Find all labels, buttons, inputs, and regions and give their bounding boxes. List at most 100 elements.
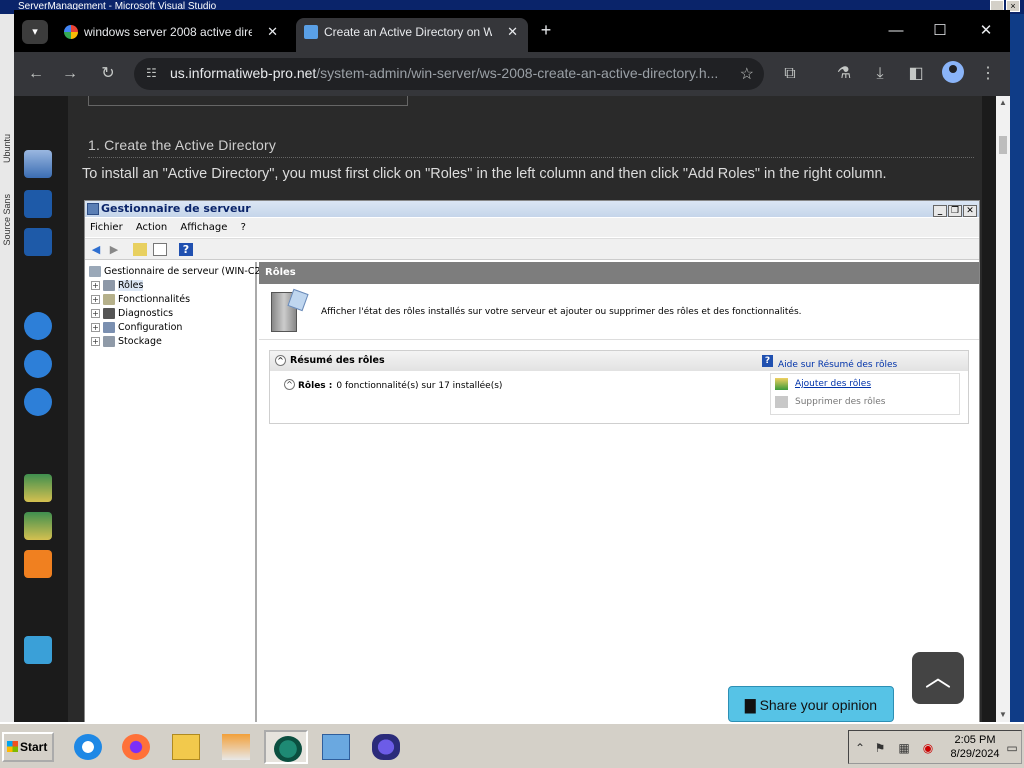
tab-google-search[interactable]: windows server 2008 active direct ✕ bbox=[56, 18, 288, 52]
sm-close-icon: ✕ bbox=[963, 205, 977, 217]
visual-studio-icon[interactable] bbox=[364, 730, 408, 764]
address-bar[interactable]: ☷ us.informatiweb-pro.net/system-admin/w… bbox=[134, 58, 764, 90]
extensions-icon[interactable]: ⧉ bbox=[778, 62, 802, 86]
section-divider bbox=[88, 157, 974, 158]
media-player-icon[interactable] bbox=[214, 730, 258, 764]
internet-explorer-icon[interactable] bbox=[66, 730, 110, 764]
database-icon[interactable] bbox=[24, 636, 52, 664]
python-icon[interactable] bbox=[24, 474, 52, 502]
minimize-window-button[interactable]: — bbox=[876, 16, 916, 46]
summary-help-link: ? Aide sur Résumé des rôles bbox=[762, 355, 898, 375]
remove-roles-link: Supprimer des rôles bbox=[795, 397, 886, 407]
clock[interactable]: 2:05 PM 8/29/2024 bbox=[945, 733, 1005, 761]
close-tab-icon[interactable]: ✕ bbox=[267, 18, 278, 46]
features-icon bbox=[103, 294, 115, 305]
calendar-2016-icon[interactable] bbox=[24, 228, 52, 256]
network-globe-icon[interactable] bbox=[264, 730, 308, 764]
configuration-icon bbox=[103, 322, 115, 333]
scroll-to-top-button[interactable]: ︿ bbox=[912, 652, 964, 704]
calendar-2012-icon[interactable] bbox=[24, 190, 52, 218]
labs-icon[interactable]: ⚗ bbox=[832, 62, 856, 86]
sm-forward-icon: ▶ bbox=[109, 243, 119, 256]
google-g-icon bbox=[64, 25, 78, 39]
tree-item-configuration: + Configuration bbox=[91, 322, 182, 336]
close-tab-icon[interactable]: ✕ bbox=[507, 18, 518, 46]
show-hidden-icons-icon[interactable]: ⌃ bbox=[853, 741, 867, 755]
file-explorer-icon[interactable] bbox=[164, 730, 208, 764]
action-center-flag-icon[interactable]: ⚑ bbox=[873, 741, 887, 755]
network-icon[interactable]: ▦ bbox=[897, 741, 911, 755]
roles-description: Afficher l'état des rôles installés sur … bbox=[321, 307, 802, 317]
share-opinion-button[interactable]: ▇ Share your opinion bbox=[728, 686, 894, 722]
help-link-text: Aide sur Résumé des rôles bbox=[778, 360, 898, 370]
strip-label-2: Source Sans bbox=[2, 194, 12, 246]
sm-back-icon: ◀ bbox=[91, 243, 101, 256]
tree-item-label: Stockage bbox=[118, 336, 162, 347]
page-scrollbar[interactable]: ▲ ▼ bbox=[996, 96, 1010, 722]
sm-menu-help: ? bbox=[240, 222, 246, 233]
download-icon[interactable]: ⤓ bbox=[868, 62, 892, 86]
server-icon bbox=[89, 266, 101, 277]
comment-icon: ▇ bbox=[744, 697, 756, 713]
sm-toolbar: ◀ ▶ ? bbox=[85, 238, 979, 260]
sm-tree-pane: Gestionnaire de serveur (WIN-C2W + Rôles … bbox=[85, 262, 270, 722]
maximize-window-button[interactable]: ☐ bbox=[920, 16, 960, 46]
browser-toolbar: ← → ↻ ☷ us.informatiweb-pro.net/system-a… bbox=[14, 52, 1010, 96]
role-actions: Ajouter des rôles Supprimer des rôles bbox=[770, 373, 960, 415]
scroll-thumb[interactable] bbox=[999, 136, 1007, 154]
help-book-icon: ? bbox=[762, 355, 773, 367]
clock-time: 2:05 PM bbox=[954, 734, 996, 746]
expand-icon: + bbox=[91, 337, 100, 346]
start-button[interactable]: Start bbox=[2, 732, 54, 762]
sm-minimize-icon: _ bbox=[933, 205, 947, 217]
url-host: us.informatiweb-pro.net bbox=[170, 65, 317, 81]
tree-item-diagnostics: + Diagnostics bbox=[91, 308, 173, 322]
roles-count-line: Rôles :0 fonctionnalité(s) sur 17 instal… bbox=[298, 381, 502, 391]
add-roles-icon bbox=[775, 378, 788, 390]
remote-desktop-icon-taskbar[interactable] bbox=[314, 730, 358, 764]
strip-label-1: Ubuntu bbox=[2, 134, 12, 164]
roles-heading: Rôles bbox=[259, 262, 979, 284]
sm-menu-action: Action bbox=[135, 222, 168, 233]
url-text[interactable]: us.informatiweb-pro.net/system-admin/win… bbox=[170, 65, 718, 81]
tab-active-directory[interactable]: Create an Active Directory on Win ✕ bbox=[296, 18, 528, 52]
remote-desktop-icon[interactable] bbox=[24, 350, 52, 378]
sm-up-folder-icon bbox=[133, 243, 147, 256]
tab-strip: ▾ windows server 2008 active direct ✕ Cr… bbox=[14, 10, 1010, 52]
computer-icon[interactable] bbox=[24, 150, 52, 178]
sm-restore-icon: ❐ bbox=[948, 205, 962, 217]
expand-icon: + bbox=[91, 309, 100, 318]
volume-muted-icon[interactable]: ◉ bbox=[921, 741, 935, 755]
menu-icon[interactable]: ⋮ bbox=[976, 62, 1000, 86]
clock-date: 8/29/2024 bbox=[950, 748, 1000, 760]
vmware-icon[interactable] bbox=[24, 550, 52, 578]
previous-content-box bbox=[88, 96, 408, 106]
show-desktop-icon[interactable]: ▭ bbox=[1005, 741, 1019, 755]
share-label: Share your opinion bbox=[759, 697, 878, 713]
bookmark-star-icon[interactable]: ☆ bbox=[740, 64, 754, 84]
close-x-icon[interactable] bbox=[24, 388, 52, 416]
reload-icon[interactable]: ↻ bbox=[96, 62, 120, 86]
tree-item-label: Fonctionnalités bbox=[118, 294, 191, 305]
scroll-up-arrow[interactable]: ▲ bbox=[996, 96, 1010, 110]
tree-item-label: Configuration bbox=[118, 322, 183, 333]
profile-icon[interactable] bbox=[942, 61, 964, 83]
close-window-button[interactable]: ✕ bbox=[966, 16, 1006, 46]
sidepanel-icon[interactable]: ◧ bbox=[904, 62, 928, 86]
expand-icon: + bbox=[91, 295, 100, 304]
lock-icon[interactable] bbox=[24, 312, 52, 340]
tab-search-dropdown[interactable]: ▾ bbox=[22, 20, 48, 44]
python-icon-2[interactable] bbox=[24, 512, 52, 540]
forward-icon[interactable]: → bbox=[58, 62, 82, 86]
site-info-icon[interactable]: ☷ bbox=[146, 66, 160, 80]
tab-label: Create an Active Directory on Win bbox=[324, 25, 492, 39]
scroll-down-arrow[interactable]: ▼ bbox=[996, 708, 1010, 722]
back-icon[interactable]: ← bbox=[24, 62, 48, 86]
site-favicon-icon bbox=[304, 25, 318, 39]
firefox-icon[interactable] bbox=[114, 730, 158, 764]
sm-title-text: Gestionnaire de serveur bbox=[101, 202, 251, 215]
new-tab-button[interactable]: + bbox=[534, 18, 558, 42]
roles-summary-section: ^ Résumé des rôles ? Aide sur Résumé des … bbox=[269, 350, 969, 424]
roles-description-banner: Afficher l'état des rôles installés sur … bbox=[259, 284, 979, 340]
web-page: 1. Create the Active Directory To instal… bbox=[14, 96, 996, 722]
